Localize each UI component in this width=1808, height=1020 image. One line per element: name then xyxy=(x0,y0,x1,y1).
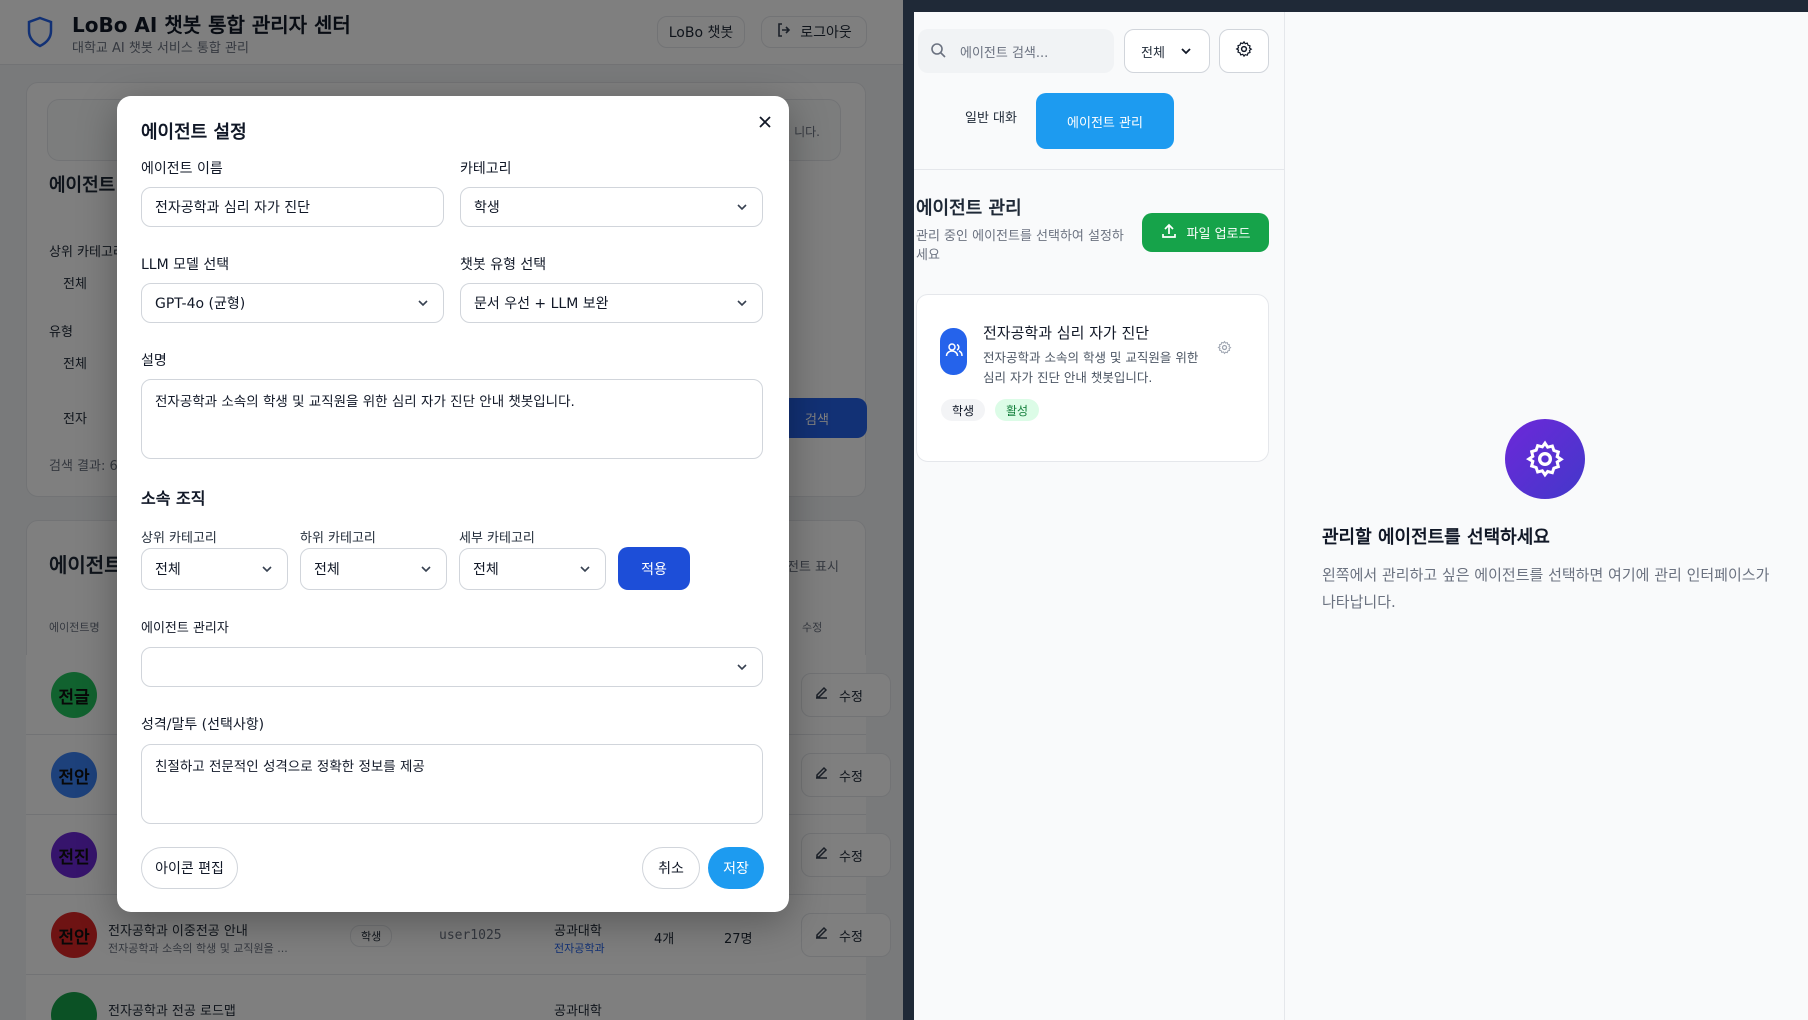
manager-select[interactable] xyxy=(141,647,763,687)
icon-edit-button[interactable]: 아이콘 편집 xyxy=(141,847,238,889)
cancel-button[interactable]: 취소 xyxy=(642,847,700,889)
agent-sidebar: 에이전트 검색... 전체 일반 대화 에이전트 관리 에이전트 관리 관리 중… xyxy=(914,12,1285,1020)
org-parent-select[interactable]: 전체 xyxy=(141,548,288,590)
description-textarea[interactable]: 전자공학과 소속의 학생 및 교직원을 위한 심리 자가 진단 안내 챗봇입니다… xyxy=(141,379,763,459)
agent-avatar xyxy=(940,328,967,375)
category-select[interactable]: 학생 xyxy=(460,187,763,227)
search-placeholder: 에이전트 검색... xyxy=(960,46,1049,61)
empty-title: 관리할 에이전트를 선택하세요 xyxy=(1322,527,1550,548)
category-label: 카테고리 xyxy=(460,161,512,177)
org-child-value: 전체 xyxy=(314,562,340,578)
filter-select[interactable]: 전체 xyxy=(1124,29,1210,73)
apply-button[interactable]: 적용 xyxy=(618,547,690,590)
manager-label: 에이전트 관리자 xyxy=(141,621,229,636)
chat-window: 에이전트 검색... 전체 일반 대화 에이전트 관리 에이전트 관리 관리 중… xyxy=(914,12,1808,1020)
name-label: 에이전트 이름 xyxy=(141,161,223,177)
empty-desc: 왼쪽에서 관리하고 싶은 에이전트를 선택하면 여기에 관리 인터페이스가 나타… xyxy=(1322,566,1770,611)
tab-general-label: 일반 대화 xyxy=(965,110,1017,126)
tab-agent-manage[interactable]: 에이전트 관리 xyxy=(1036,93,1174,149)
tab-agent-label: 에이전트 관리 xyxy=(1067,115,1143,131)
org-parent-label: 상위 카테고리 xyxy=(141,531,217,546)
chevron-down-icon xyxy=(1179,44,1193,62)
gear-icon xyxy=(1235,40,1253,62)
chevron-down-icon xyxy=(420,563,432,579)
manage-panel: 관리할 에이전트를 선택하세요 왼쪽에서 관리하고 싶은 에이전트를 선택하면 … xyxy=(1285,12,1808,1020)
chevron-down-icon xyxy=(736,201,748,217)
browser-topbar xyxy=(914,0,1808,12)
search-input[interactable]: 에이전트 검색... xyxy=(918,29,1114,73)
icon-edit-label: 아이콘 편집 xyxy=(155,861,224,877)
cancel-label: 취소 xyxy=(658,861,684,877)
persona-label: 성격/말투 (선택사항) xyxy=(141,717,265,733)
type-select[interactable]: 문서 우선 + LLM 보완 xyxy=(460,283,763,323)
chevron-down-icon xyxy=(736,297,748,313)
org-detail-label: 세부 카테고리 xyxy=(459,531,535,546)
users-icon xyxy=(945,341,963,363)
org-title: 소속 조직 xyxy=(141,489,206,508)
agent-card[interactable]: 전자공학과 심리 자가 진단 전자공학과 소속의 학생 및 교직원을 위한 심리… xyxy=(916,294,1269,462)
settings-button[interactable] xyxy=(1219,29,1269,73)
type-label: 챗봇 유형 선택 xyxy=(460,257,547,273)
status-badge: 활성 xyxy=(995,399,1039,421)
upload-button[interactable]: 파일 업로드 xyxy=(1142,213,1269,252)
upload-icon xyxy=(1161,223,1177,243)
close-icon[interactable] xyxy=(755,112,775,132)
category-tag: 학생 xyxy=(941,399,985,421)
description-label: 설명 xyxy=(141,353,167,369)
org-child-select[interactable]: 전체 xyxy=(300,548,447,590)
admin-window: LoBo AI 챗봇 통합 관리자 센터 대학교 AI 챗봇 서비스 통합 관리… xyxy=(0,0,914,1020)
search-icon xyxy=(930,42,947,63)
section-desc: 관리 중인 에이전트를 선택하여 설정하세요 xyxy=(916,229,1124,263)
save-button[interactable]: 저장 xyxy=(708,847,764,889)
agent-settings-modal: 에이전트 설정 에이전트 이름 전자공학과 심리 자가 진단 카테고리 학생 L… xyxy=(117,96,789,912)
persona-textarea[interactable]: 친절하고 전문적인 성격으로 정확한 정보를 제공 xyxy=(141,744,763,824)
llm-select-value: GPT-4o (균형) xyxy=(155,296,246,312)
chevron-down-icon xyxy=(579,563,591,579)
chevron-down-icon xyxy=(736,661,748,677)
apply-button-label: 적용 xyxy=(641,561,667,578)
org-detail-value: 전체 xyxy=(473,562,499,578)
chevron-down-icon xyxy=(261,563,273,579)
name-input-value: 전자공학과 심리 자가 진단 xyxy=(155,200,311,216)
window-border xyxy=(903,0,914,1020)
divider xyxy=(914,169,1285,170)
gear-circle-icon xyxy=(1505,419,1585,499)
gear-icon[interactable] xyxy=(1217,340,1232,359)
org-parent-value: 전체 xyxy=(155,562,181,578)
name-input[interactable]: 전자공학과 심리 자가 진단 xyxy=(141,187,444,227)
agent-desc: 전자공학과 소속의 학생 및 교직원을 위한 심리 자가 진단 안내 챗봇입니다… xyxy=(983,350,1199,385)
llm-select[interactable]: GPT-4o (균형) xyxy=(141,283,444,323)
llm-label: LLM 모델 선택 xyxy=(141,257,230,273)
filter-select-value: 전체 xyxy=(1141,46,1165,61)
tab-general[interactable]: 일반 대화 xyxy=(946,96,1036,136)
type-select-value: 문서 우선 + LLM 보완 xyxy=(474,296,609,312)
chevron-down-icon xyxy=(417,297,429,313)
category-select-value: 학생 xyxy=(474,200,500,216)
section-title: 에이전트 관리 xyxy=(916,198,1022,219)
org-child-label: 하위 카테고리 xyxy=(300,531,376,546)
save-label: 저장 xyxy=(723,861,749,877)
modal-title: 에이전트 설정 xyxy=(141,122,247,143)
org-detail-select[interactable]: 전체 xyxy=(459,548,606,590)
upload-label: 파일 업로드 xyxy=(1186,227,1251,242)
agent-name: 전자공학과 심리 자가 진단 xyxy=(983,324,1150,342)
